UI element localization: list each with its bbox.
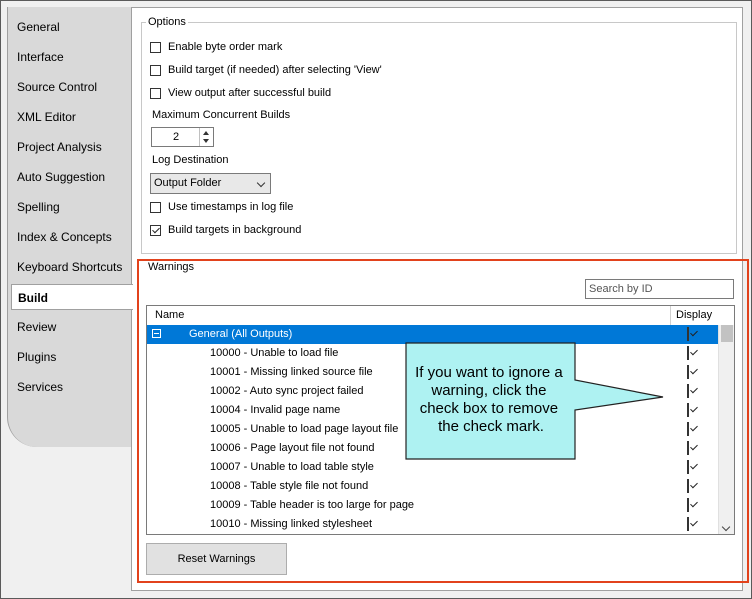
timestamps-option[interactable]: Use timestamps in log file xyxy=(150,199,293,215)
view-output-checkbox[interactable] xyxy=(150,87,161,99)
warning-name: 10009 - Table header is too large for pa… xyxy=(210,499,415,511)
display-checkbox[interactable] xyxy=(687,422,689,436)
tab-services[interactable]: Services xyxy=(11,374,127,400)
build-target-checkbox[interactable] xyxy=(150,64,161,76)
tab-xml-editor[interactable]: XML Editor xyxy=(11,104,127,130)
log-destination-label: Log Destination xyxy=(152,154,229,166)
build-options-panel: Options Enable byte order mark Build tar… xyxy=(131,7,749,591)
column-separator[interactable] xyxy=(670,306,671,325)
collapse-icon[interactable] xyxy=(152,329,161,338)
group-row-label: General (All Outputs) xyxy=(189,328,293,340)
display-checkbox[interactable] xyxy=(687,403,689,417)
build-target-option[interactable]: Build target (if needed) after selecting… xyxy=(150,62,382,78)
tab-project-analysis[interactable]: Project Analysis xyxy=(11,134,127,160)
chevron-down-icon xyxy=(256,178,266,188)
reset-warnings-button[interactable]: Reset Warnings xyxy=(146,543,287,575)
warning-name: 10002 - Auto sync project failed xyxy=(210,385,364,397)
view-output-option[interactable]: View output after successful build xyxy=(150,85,331,101)
tab-auto-suggestion[interactable]: Auto Suggestion xyxy=(11,164,127,190)
group-display-checkbox[interactable] xyxy=(687,327,689,341)
display-checkbox[interactable] xyxy=(687,517,689,531)
warnings-group-title: Warnings xyxy=(146,261,197,273)
tab-review[interactable]: Review xyxy=(11,314,127,340)
build-target-label: Build target (if needed) after selecting… xyxy=(168,64,382,76)
stepper-up-icon[interactable] xyxy=(203,131,209,135)
stepper-down-icon[interactable] xyxy=(203,139,209,143)
display-checkbox[interactable] xyxy=(687,441,689,455)
display-checkbox[interactable] xyxy=(687,479,689,493)
options-dialog: General Interface Source Control XML Editor… xyxy=(0,0,752,599)
enable-bom-option[interactable]: Enable byte order mark xyxy=(150,39,282,55)
options-group-title: Options xyxy=(146,16,188,28)
grid-header: Name Display xyxy=(147,306,734,326)
options-group xyxy=(141,22,737,254)
table-row[interactable]: 10008 - Table style file not found xyxy=(147,477,718,496)
table-row[interactable]: 10010 - Missing linked stylesheet xyxy=(147,515,718,534)
background-build-checkbox[interactable] xyxy=(150,224,161,236)
warning-name: 10007 - Unable to load table style xyxy=(210,461,374,473)
scrollbar-thumb[interactable] xyxy=(721,325,733,342)
tab-general[interactable]: General xyxy=(11,14,127,40)
tab-plugins[interactable]: Plugins xyxy=(11,344,127,370)
view-output-label: View output after successful build xyxy=(168,87,332,99)
enable-bom-label: Enable byte order mark xyxy=(168,41,283,53)
callout-line-2: warning, click the xyxy=(430,382,546,399)
timestamps-label: Use timestamps in log file xyxy=(168,201,294,213)
enable-bom-checkbox[interactable] xyxy=(150,41,161,53)
max-builds-value[interactable]: 2 xyxy=(152,128,200,146)
table-row[interactable]: 10007 - Unable to load table style xyxy=(147,458,718,477)
max-builds-stepper[interactable]: 2 xyxy=(151,127,214,147)
tab-interface[interactable]: Interface xyxy=(11,44,127,70)
scroll-down-icon[interactable] xyxy=(721,522,731,532)
table-row[interactable]: 10009 - Table header is too large for pa… xyxy=(147,496,718,515)
tab-index-concepts[interactable]: Index & Concepts xyxy=(11,224,127,250)
tab-keyboard-shortcuts[interactable]: Keyboard Shortcuts xyxy=(11,254,127,280)
display-checkbox[interactable] xyxy=(687,498,689,512)
max-builds-label: Maximum Concurrent Builds xyxy=(152,109,291,121)
tab-build[interactable]: Build xyxy=(11,284,133,310)
callout-line-1: If you want to ignore a xyxy=(415,364,563,381)
display-checkbox[interactable] xyxy=(687,384,689,398)
warning-name: 10008 - Table style file not found xyxy=(210,480,369,492)
timestamps-checkbox[interactable] xyxy=(150,201,161,213)
callout-annotation: If you want to ignore a warning, click t… xyxy=(405,342,664,460)
warning-name: 10000 - Unable to load file xyxy=(210,347,339,359)
search-placeholder: Search by ID xyxy=(589,283,653,295)
background-build-option[interactable]: Build targets in background xyxy=(150,222,301,238)
tab-source-control[interactable]: Source Control xyxy=(11,74,127,100)
display-checkbox[interactable] xyxy=(687,346,689,360)
log-destination-select[interactable]: Output Folder xyxy=(150,173,271,194)
warning-name: 10006 - Page layout file not found xyxy=(210,442,375,454)
stepper-arrows[interactable] xyxy=(199,128,213,146)
column-name-header[interactable]: Name xyxy=(155,309,184,321)
log-destination-value: Output Folder xyxy=(154,177,222,189)
warning-name: 10010 - Missing linked stylesheet xyxy=(210,518,373,530)
vertical-scrollbar[interactable] xyxy=(718,325,734,534)
callout-line-4: the check mark. xyxy=(438,418,544,435)
search-by-id-input[interactable]: Search by ID xyxy=(585,279,734,299)
tab-spelling[interactable]: Spelling xyxy=(11,194,127,220)
warning-name: 10001 - Missing linked source file xyxy=(210,366,373,378)
callout-line-3: check box to remove xyxy=(420,400,558,417)
display-checkbox[interactable] xyxy=(687,460,689,474)
display-checkbox[interactable] xyxy=(687,365,689,379)
background-build-label: Build targets in background xyxy=(168,224,302,236)
column-display-header[interactable]: Display xyxy=(676,309,712,321)
warning-name: 10005 - Unable to load page layout file xyxy=(210,423,399,435)
warning-name: 10004 - Invalid page name xyxy=(210,404,341,416)
